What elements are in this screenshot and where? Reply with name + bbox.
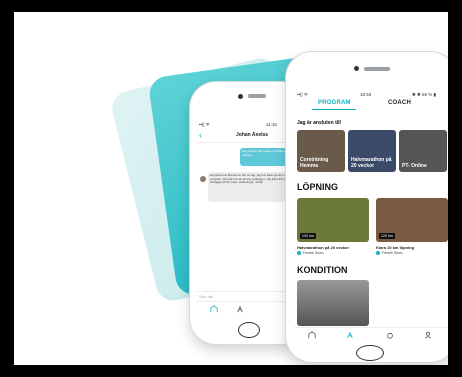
card-caption: Klara 10 km löpning xyxy=(376,245,415,250)
program-screen: ••|| ᯤ 16:53 ✱ ✱ 59 % ▮ PROGRAM COACH Ja… xyxy=(294,90,448,342)
phone-program: ••|| ᯤ 16:53 ✱ ✱ 59 % ▮ PROGRAM COACH Ja… xyxy=(286,52,448,362)
section-title-enrolled: Jag är ansluten till xyxy=(297,120,341,126)
kettlebell-icon[interactable] xyxy=(386,331,394,339)
home-icon[interactable] xyxy=(308,331,316,339)
status-time: 11:16 xyxy=(266,122,277,127)
section-title-condition: KONDITION xyxy=(297,265,348,275)
status-bar: ••|| ᯤ 16:53 ✱ ✱ 59 % ▮ xyxy=(294,90,448,98)
program-card-core[interactable]: Coreträning Hemma xyxy=(297,130,345,172)
battery-indicator: ✱ ✱ 59 % ▮ xyxy=(412,92,437,97)
run-icon[interactable] xyxy=(346,331,354,339)
signal-indicator: ••|| ᯤ xyxy=(297,92,308,97)
message-incoming: Hej Rasmus! Bra att du hör av dig, jag h… xyxy=(208,172,294,202)
chevron-left-icon[interactable]: ‹ xyxy=(199,130,202,140)
home-button xyxy=(238,322,260,338)
tab-program[interactable]: PROGRAM xyxy=(318,100,351,106)
speaker-grille xyxy=(248,94,266,98)
author-avatar xyxy=(297,251,301,255)
status-time: 16:53 xyxy=(360,92,372,97)
running-card-10km[interactable]: 12V km xyxy=(376,198,448,242)
card-author: Fredrik Sewn xyxy=(297,251,324,255)
image-frame: ••|| ᯤ 11:16 ‹ Johan Axelss Hej, Johan! … xyxy=(0,0,462,377)
top-tabs: PROGRAM COACH xyxy=(294,100,448,112)
card-caption: Halvmarathon på 20 veckor xyxy=(297,245,350,250)
program-card-pt-online[interactable]: PT- Online xyxy=(399,130,447,172)
running-card-halfmarathon[interactable]: 12V km xyxy=(297,198,369,242)
promo-canvas: ••|| ᯤ 11:16 ‹ Johan Axelss Hej, Johan! … xyxy=(14,12,448,365)
home-icon[interactable] xyxy=(210,305,218,313)
avatar xyxy=(200,176,206,182)
tab-bar xyxy=(294,327,448,342)
home-button xyxy=(356,345,384,361)
front-camera xyxy=(354,66,359,71)
profile-icon[interactable] xyxy=(424,331,432,339)
condition-card[interactable] xyxy=(297,280,369,326)
section-title-running: LÖPNING xyxy=(297,182,339,192)
active-tab-indicator xyxy=(312,109,356,110)
contact-name: Johan Axelss xyxy=(236,132,269,138)
front-camera xyxy=(238,94,243,99)
author-avatar xyxy=(376,251,380,255)
run-icon[interactable] xyxy=(236,305,244,313)
speaker-grille xyxy=(364,67,390,71)
tab-coach[interactable]: COACH xyxy=(388,100,411,106)
card-author: Fredrik Sewn xyxy=(376,251,403,255)
program-card-halfmarathon[interactable]: Halvmarathon på 20 veckor xyxy=(348,130,396,172)
